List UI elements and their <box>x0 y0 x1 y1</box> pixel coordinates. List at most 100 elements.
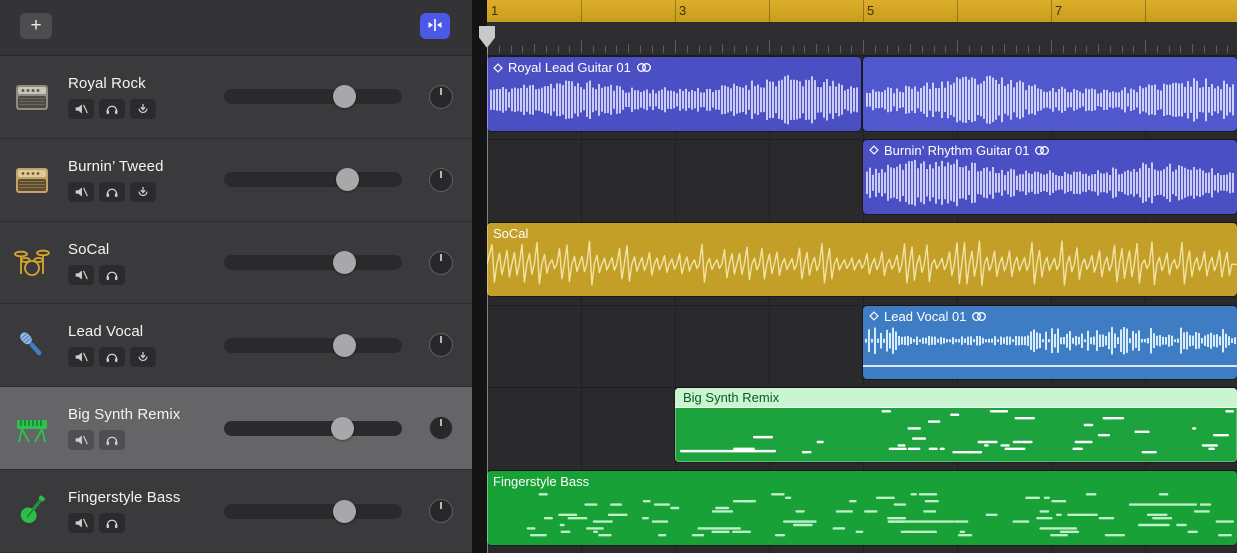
pan-knob[interactable] <box>429 251 453 275</box>
mute-icon <box>74 269 89 281</box>
volume-slider[interactable] <box>224 504 402 519</box>
timeline-lanes[interactable]: Royal Lead Guitar 01 Burnin’ Rhythm Guita… <box>487 56 1237 553</box>
track-name: Lead Vocal <box>68 323 224 340</box>
track-list: Royal Rock Burnin’ Tweed SoCal Lead Vocal Bi… <box>0 56 472 553</box>
track-name: Big Synth Remix <box>68 406 224 423</box>
amp-icon <box>12 77 52 117</box>
solo-icon <box>105 269 119 281</box>
audio-waveform <box>487 223 1237 297</box>
follow-tempo-icon <box>869 311 879 321</box>
region-royal-lead-guitar-01[interactable]: Royal Lead Guitar 01 <box>487 57 861 131</box>
mute-button[interactable] <box>68 430 94 450</box>
ruler[interactable]: 1357 <box>487 0 1237 22</box>
bass-icon <box>12 491 52 531</box>
track-header-big-synth-remix[interactable]: Big Synth Remix <box>0 387 472 470</box>
track-name: Fingerstyle Bass <box>68 489 224 506</box>
region-lead-vocal-01[interactable]: Lead Vocal 01 <box>863 306 1237 380</box>
solo-icon <box>105 186 119 198</box>
track-name: Royal Rock <box>68 75 224 92</box>
pan-knob[interactable] <box>429 168 453 192</box>
mute-icon <box>74 517 89 529</box>
solo-icon <box>105 351 119 363</box>
audio-waveform <box>863 57 1237 131</box>
region-burnin-rhythm-guitar-01[interactable]: Burnin’ Rhythm Guitar 01 <box>863 140 1237 214</box>
region-big-synth-remix[interactable]: Big Synth Remix <box>675 388 1237 462</box>
region-label: Royal Lead Guitar 01 <box>493 60 652 75</box>
input-button[interactable] <box>130 99 156 119</box>
solo-icon <box>105 434 119 446</box>
volume-slider-thumb[interactable] <box>331 417 354 440</box>
track-header-lead-vocal[interactable]: Lead Vocal <box>0 304 472 387</box>
input-button[interactable] <box>130 182 156 202</box>
bar-number: 1 <box>491 3 498 18</box>
solo-button[interactable] <box>99 182 125 202</box>
track-header-royal-rock[interactable]: Royal Rock <box>0 56 472 139</box>
solo-icon <box>105 103 119 115</box>
solo-icon <box>105 517 119 529</box>
solo-button[interactable] <box>99 265 125 285</box>
bar-number: 3 <box>679 3 686 18</box>
loop-icon <box>971 311 987 322</box>
track-header-socal[interactable]: SoCal <box>0 222 472 305</box>
solo-button[interactable] <box>99 430 125 450</box>
follow-tempo-icon <box>869 145 879 155</box>
mute-icon <box>74 351 89 363</box>
playhead-line <box>487 48 488 553</box>
track-name: Burnin’ Tweed <box>68 158 224 175</box>
region-fingerstyle-bass[interactable]: Fingerstyle Bass <box>487 471 1237 545</box>
mute-button[interactable] <box>68 347 94 367</box>
region-label: Big Synth Remix <box>683 390 779 405</box>
pan-knob[interactable] <box>429 499 453 523</box>
track-name: SoCal <box>68 241 224 258</box>
mute-button[interactable] <box>68 265 94 285</box>
mic-icon <box>12 325 52 365</box>
region-label: Fingerstyle Bass <box>493 474 589 489</box>
input-icon <box>136 103 150 115</box>
mute-icon <box>74 103 89 115</box>
region-socal[interactable]: SoCal <box>487 223 1237 297</box>
loop-icon <box>636 62 652 73</box>
pan-knob[interactable] <box>429 333 453 357</box>
track-header-burnin-tweed[interactable]: Burnin’ Tweed <box>0 139 472 222</box>
volume-slider[interactable] <box>224 172 402 187</box>
volume-slider-thumb[interactable] <box>336 168 359 191</box>
ruler-ticks <box>487 22 1237 56</box>
pan-knob[interactable] <box>429 85 453 109</box>
region-loop-segment[interactable] <box>863 57 1237 131</box>
input-button[interactable] <box>130 347 156 367</box>
volume-slider[interactable] <box>224 421 402 436</box>
volume-slider[interactable] <box>224 338 402 353</box>
catch-playhead-button[interactable] <box>420 13 450 39</box>
region-header: Big Synth Remix <box>675 388 1237 408</box>
mute-icon <box>74 186 89 198</box>
track-header-toolbar: + <box>0 0 472 56</box>
mute-button[interactable] <box>68 99 94 119</box>
track-header-fingerstyle-bass[interactable]: Fingerstyle Bass <box>0 470 472 553</box>
volume-slider-thumb[interactable] <box>333 334 356 357</box>
drums-icon <box>12 243 52 283</box>
mute-button[interactable] <box>68 182 94 202</box>
mute-button[interactable] <box>68 513 94 533</box>
volume-slider-thumb[interactable] <box>333 85 356 108</box>
input-icon <box>136 186 150 198</box>
volume-slider-thumb[interactable] <box>333 500 356 523</box>
amp-tweed-icon <box>12 160 52 200</box>
volume-slider[interactable] <box>224 89 402 104</box>
solo-button[interactable] <box>99 347 125 367</box>
follow-tempo-icon <box>493 63 503 73</box>
garageband-window: + Royal Rock Burnin’ Tweed SoCal Lead Vocal… <box>0 0 1237 553</box>
midi-notes <box>487 471 1237 545</box>
region-label: Lead Vocal 01 <box>869 309 987 324</box>
volume-slider-thumb[interactable] <box>333 251 356 274</box>
region-label: Burnin’ Rhythm Guitar 01 <box>869 143 1050 158</box>
solo-button[interactable] <box>99 513 125 533</box>
add-track-button[interactable]: + <box>20 13 52 39</box>
loop-icon <box>1034 145 1050 156</box>
bar-number: 5 <box>867 3 874 18</box>
region-label: SoCal <box>493 226 528 241</box>
timeline: 1357 Royal Lead Guitar 01Burnin’ Rhythm … <box>487 0 1237 553</box>
volume-slider[interactable] <box>224 255 402 270</box>
pan-knob[interactable] <box>429 416 453 440</box>
mute-icon <box>74 434 89 446</box>
solo-button[interactable] <box>99 99 125 119</box>
